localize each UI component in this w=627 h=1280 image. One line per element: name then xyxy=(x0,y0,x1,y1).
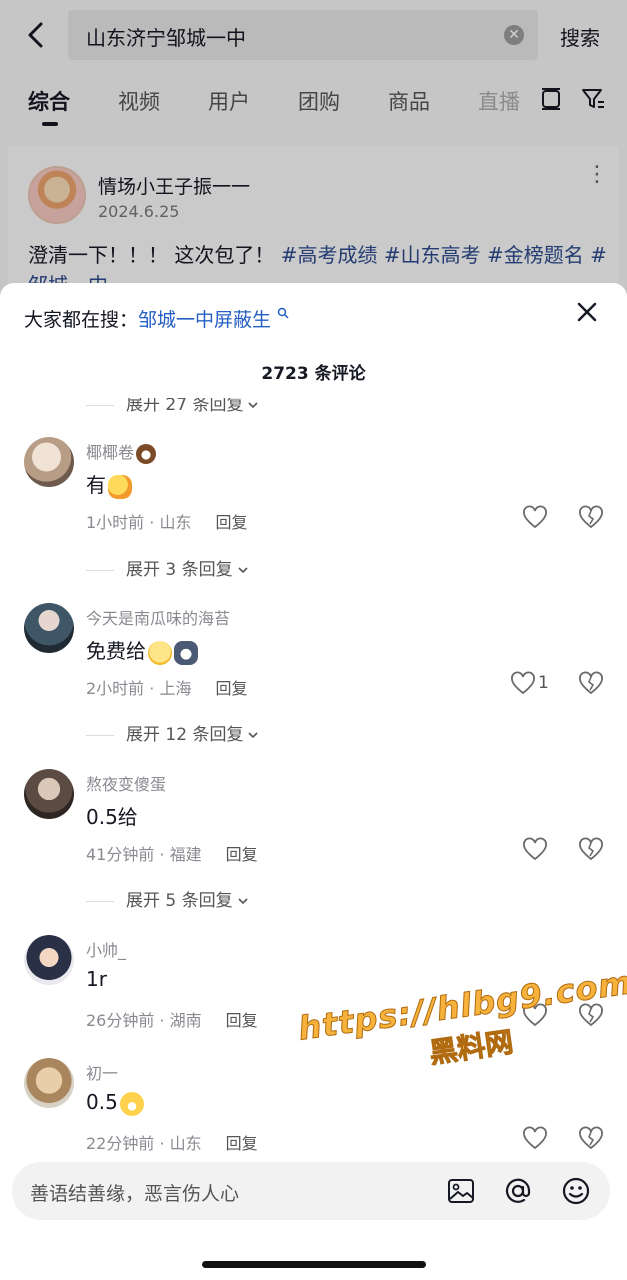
reply-button[interactable]: 回复 xyxy=(226,845,258,864)
fist-emoji-icon xyxy=(108,474,132,499)
comment-meta: 1小时前 · 山东 回复 xyxy=(86,509,247,533)
chevron-down-icon xyxy=(238,898,248,905)
close-icon[interactable] xyxy=(574,299,600,325)
comment-text: 1r xyxy=(86,967,107,991)
chevron-down-icon xyxy=(238,567,248,574)
expand-replies-button[interactable]: 展开 27 条回复 xyxy=(86,395,259,415)
heart-like-icon[interactable] xyxy=(510,671,536,697)
broken-heart-dislike-icon[interactable] xyxy=(578,1126,604,1152)
expand-replies-button[interactable]: 展开 3 条回复 xyxy=(86,555,249,580)
heart-like-icon[interactable] xyxy=(522,505,548,531)
commenter-avatar[interactable] xyxy=(24,935,74,985)
heart-like-icon[interactable] xyxy=(522,837,548,863)
grin-emoji-icon xyxy=(119,1091,144,1116)
expand-replies-button[interactable]: 展开 5 条回复 xyxy=(86,886,249,911)
coconut-icon xyxy=(136,443,157,464)
comment-item: 椰椰卷 有 1小时前 · 山东 回复 xyxy=(0,437,627,547)
search-icon xyxy=(277,307,289,319)
comment-text: 免费给 xyxy=(86,635,198,665)
like-count: 1 xyxy=(538,673,549,693)
comment-count: 2723 条评论 xyxy=(261,364,366,384)
commenter-avatar[interactable] xyxy=(24,1058,74,1108)
comment-time-location: 22分钟前 · 山东 xyxy=(86,1134,202,1153)
comment-text: 0.5 xyxy=(86,1090,144,1116)
comment-text: 有 xyxy=(86,469,132,499)
commenter-name[interactable]: 熬夜变傻蛋 xyxy=(86,771,166,795)
trending-search-link[interactable]: 邹城一中屏蔽生 xyxy=(138,309,271,331)
broken-heart-dislike-icon[interactable] xyxy=(578,671,604,697)
reply-button[interactable]: 回复 xyxy=(226,1011,258,1030)
home-indicator[interactable] xyxy=(202,1261,426,1268)
commenter-name[interactable]: 小帅_ xyxy=(86,937,126,961)
expand-replies-label: 展开 12 条回复 xyxy=(126,725,244,745)
emoji-smile-icon[interactable] xyxy=(561,1176,591,1206)
commenter-name[interactable]: 今天是南瓜味的海苔 xyxy=(86,605,230,629)
divider xyxy=(86,569,114,571)
search-results-page: 山东济宁邹城一中 ✕ 搜索 综合 视频 用户 团购 商品 直播 情场小王子振一一… xyxy=(0,0,627,306)
comments-sheet: 大家都在搜：邹城一中屏蔽生 2723 条评论 展开 27 条回复 椰椰卷 有 1… xyxy=(0,283,627,1280)
comment-meta: 2小时前 · 上海 回复 xyxy=(86,675,247,699)
eyeroll-emoji-icon xyxy=(148,640,172,665)
comment-meta: 26分钟前 · 湖南 回复 xyxy=(86,1007,258,1031)
divider xyxy=(86,734,114,736)
comment-time-location: 2小时前 · 上海 xyxy=(86,679,192,698)
broken-heart-dislike-icon[interactable] xyxy=(578,837,604,863)
comment-meta: 22分钟前 · 山东 回复 xyxy=(86,1130,258,1154)
broken-heart-dislike-icon[interactable] xyxy=(578,505,604,531)
commenter-avatar[interactable] xyxy=(24,437,74,487)
comment-time-location: 26分钟前 · 湖南 xyxy=(86,1011,202,1030)
overlay-dim[interactable] xyxy=(0,0,627,300)
heart-like-icon[interactable] xyxy=(522,1126,548,1152)
commenter-avatar[interactable] xyxy=(24,603,74,653)
reply-button[interactable]: 回复 xyxy=(215,679,247,698)
commenter-avatar[interactable] xyxy=(24,769,74,819)
chevron-down-icon xyxy=(248,732,259,739)
divider xyxy=(86,900,114,902)
comment-input-placeholder: 善语结善缘，恶言伤人心 xyxy=(30,1183,240,1205)
comment-time-location: 1小时前 · 山东 xyxy=(86,513,192,532)
husky-emoji-icon xyxy=(174,640,198,665)
reply-button[interactable]: 回复 xyxy=(226,1134,258,1153)
commenter-name[interactable]: 初一 xyxy=(86,1060,118,1084)
comment-input-field[interactable]: 善语结善缘，恶言伤人心 xyxy=(12,1162,610,1220)
commenter-name[interactable]: 椰椰卷 xyxy=(86,439,157,464)
expand-replies-label: 展开 5 条回复 xyxy=(126,891,233,911)
mention-at-icon[interactable] xyxy=(503,1176,533,1206)
reply-button[interactable]: 回复 xyxy=(215,513,247,532)
divider xyxy=(86,404,114,406)
comment-text: 0.5给 xyxy=(86,805,138,829)
expand-replies-label: 展开 27 条回复 xyxy=(126,395,244,415)
comment-item: 今天是南瓜味的海苔 免费给 2小时前 · 上海 回复 1 xyxy=(0,603,627,713)
expand-replies-label: 展开 3 条回复 xyxy=(126,560,233,580)
chevron-down-icon xyxy=(248,402,259,409)
comment-item: 熬夜变傻蛋 0.5给 41分钟前 · 福建 回复 xyxy=(0,769,627,879)
comment-meta: 41分钟前 · 福建 回复 xyxy=(86,841,258,865)
trending-search: 大家都在搜：邹城一中屏蔽生 xyxy=(24,305,289,332)
image-picker-icon[interactable] xyxy=(446,1176,476,1206)
trending-search-label: 大家都在搜： xyxy=(24,309,139,331)
comment-time-location: 41分钟前 · 福建 xyxy=(86,845,202,864)
expand-replies-button[interactable]: 展开 12 条回复 xyxy=(86,720,259,745)
